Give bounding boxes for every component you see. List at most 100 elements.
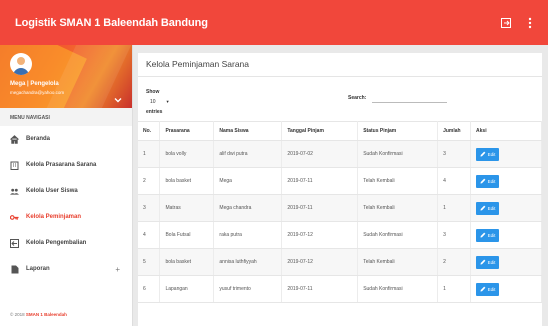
main-card: Kelola Peminjaman Sarana Show 10 ▼ entri… (138, 53, 542, 326)
sidebar-item-beranda[interactable]: Beranda (0, 126, 132, 152)
entries-select[interactable]: 10 ▼ (146, 97, 170, 107)
table-cell: Telah Kembali (357, 248, 439, 276)
table-cell: 2019-07-02 (281, 140, 359, 168)
column-header[interactable]: Tanggal Pinjam (281, 121, 359, 141)
sidebar-item-prasarana[interactable]: Kelola Prasarana Sarana (0, 152, 132, 178)
table-cell: bola volly (159, 140, 215, 168)
more-vert-icon[interactable] (524, 17, 536, 29)
sidebar-item-label: Laporan (26, 266, 50, 272)
action-cell: Edit (470, 221, 542, 249)
table-row: 6 Lapangan yusuf trimento 2019-07-11 Sudah K… (138, 275, 542, 303)
sidebar-item-user-siswa[interactable]: Kelola User Siswa (0, 178, 132, 204)
sidebar-item-label: Kelola Peminjaman (26, 214, 82, 220)
table-cell: alif dwi putra (213, 140, 283, 168)
column-header[interactable]: Jumlah (437, 121, 472, 141)
column-header[interactable]: Aksi (470, 121, 542, 141)
table-cell: 6 (138, 275, 161, 303)
expand-icon[interactable]: + (115, 265, 120, 274)
sidebar-item-laporan[interactable]: Laporan + (0, 256, 132, 282)
table-cell: Lapangan (159, 275, 215, 303)
show-label: Show (146, 89, 160, 95)
action-cell: Edit (470, 248, 542, 276)
caret-down-icon: ▼ (165, 99, 170, 104)
edit-label: Edit (487, 259, 496, 265)
table-cell: Sudah Konfirmasi (357, 140, 439, 168)
chevron-down-icon[interactable] (114, 91, 122, 103)
return-icon (10, 238, 19, 248)
user-email: megachandra@yahoo.com (10, 90, 65, 95)
column-header[interactable]: Prasarana (159, 121, 215, 141)
page-title: Kelola Peminjaman Sarana (138, 53, 542, 77)
edit-button[interactable]: Edit (476, 201, 500, 215)
pencil-icon (480, 205, 486, 211)
table-cell: 2019-07-11 (281, 167, 359, 195)
sidebar-item-label: Kelola Prasarana Sarana (26, 162, 97, 168)
table-row: 4 Bola Futsal raka putra 2019-07-12 Sudah Ko… (138, 221, 542, 249)
footer-link[interactable]: SMAN 1 Baleendah (26, 312, 67, 317)
sidebar-item-label: Kelola User Siswa (26, 188, 78, 194)
edit-button[interactable]: Edit (476, 228, 500, 242)
table-cell: 3 (437, 140, 472, 168)
table-cell: 2019-07-12 (281, 221, 359, 249)
edit-button[interactable]: Edit (476, 174, 500, 188)
edit-button[interactable]: Edit (476, 147, 500, 161)
top-navbar: Logistik SMAN 1 Baleendah Bandung (0, 0, 548, 45)
table-cell: raka putra (213, 221, 283, 249)
search-label: Search: (348, 95, 367, 101)
table-cell: 1 (437, 275, 472, 303)
users-icon (10, 187, 19, 196)
copyright-text: © 2018 (10, 312, 26, 317)
footer: © 2018 SMAN 1 Baleendah (10, 312, 67, 317)
table-cell: 1 (437, 194, 472, 222)
table-cell: Sudah Konfirmasi (357, 275, 439, 303)
key-icon (10, 213, 19, 222)
table-cell: 2019-07-11 (281, 194, 359, 222)
table-cell: Telah Kembali (357, 194, 439, 222)
edit-button[interactable]: Edit (476, 255, 500, 269)
sidebar-item-pengembalian[interactable]: Kelola Pengembalian (0, 230, 132, 256)
action-cell: Edit (470, 275, 542, 303)
table-cell: bola basket (159, 167, 215, 195)
entries-value: 10 (150, 99, 156, 105)
sidebar: Mega | Pengelola megachandra@yahoo.com M… (0, 45, 133, 326)
user-profile-panel: Mega | Pengelola megachandra@yahoo.com (0, 45, 132, 108)
table-cell: 1 (138, 140, 161, 168)
table-cell: 3 (437, 221, 472, 249)
logout-icon[interactable] (500, 17, 512, 29)
column-header[interactable]: Nama Siswa (213, 121, 283, 141)
edit-label: Edit (487, 151, 496, 157)
table-cell: Matras (159, 194, 215, 222)
file-icon (10, 265, 19, 274)
table-cell: 2019-07-12 (281, 248, 359, 276)
pencil-icon (480, 232, 486, 238)
table-cell: Sudah Konfirmasi (357, 221, 439, 249)
table-cell: Mega chandra (213, 194, 283, 222)
table-row: 3 Matras Mega chandra 2019-07-11 Telah Kemba… (138, 194, 542, 222)
entries-label: entries (146, 109, 163, 115)
table-controls: Show 10 ▼ entries Search: (138, 77, 542, 121)
edit-label: Edit (487, 286, 496, 292)
edit-button[interactable]: Edit (476, 282, 500, 296)
entries-control: Show 10 ▼ entries (146, 87, 170, 117)
table-header-row: No. Prasarana Nama Siswa Tanggal Pinjam … (138, 121, 542, 141)
action-cell: Edit (470, 194, 542, 222)
table-cell: Mega (213, 167, 283, 195)
table-cell: annisa luthfiyyah (213, 248, 283, 276)
search-input[interactable] (372, 93, 448, 103)
app-title[interactable]: Logistik SMAN 1 Baleendah Bandung (0, 17, 500, 29)
sidebar-item-peminjaman[interactable]: Kelola Peminjaman (0, 204, 132, 230)
pencil-icon (480, 286, 486, 292)
pencil-icon (480, 151, 486, 157)
user-name: Mega | Pengelola (10, 81, 59, 87)
table-cell: yusuf trimento (213, 275, 283, 303)
pencil-icon (480, 178, 486, 184)
table-row: 5 bola basket annisa luthfiyyah 2019-07-12 T… (138, 248, 542, 276)
column-header[interactable]: No. (138, 121, 161, 141)
column-header[interactable]: Status Pinjam (357, 121, 439, 141)
table-cell: bola basket (159, 248, 215, 276)
action-cell: Edit (470, 167, 542, 195)
building-icon (10, 161, 19, 170)
sidebar-item-label: Beranda (26, 136, 51, 142)
edit-label: Edit (487, 178, 496, 184)
edit-label: Edit (487, 232, 496, 238)
